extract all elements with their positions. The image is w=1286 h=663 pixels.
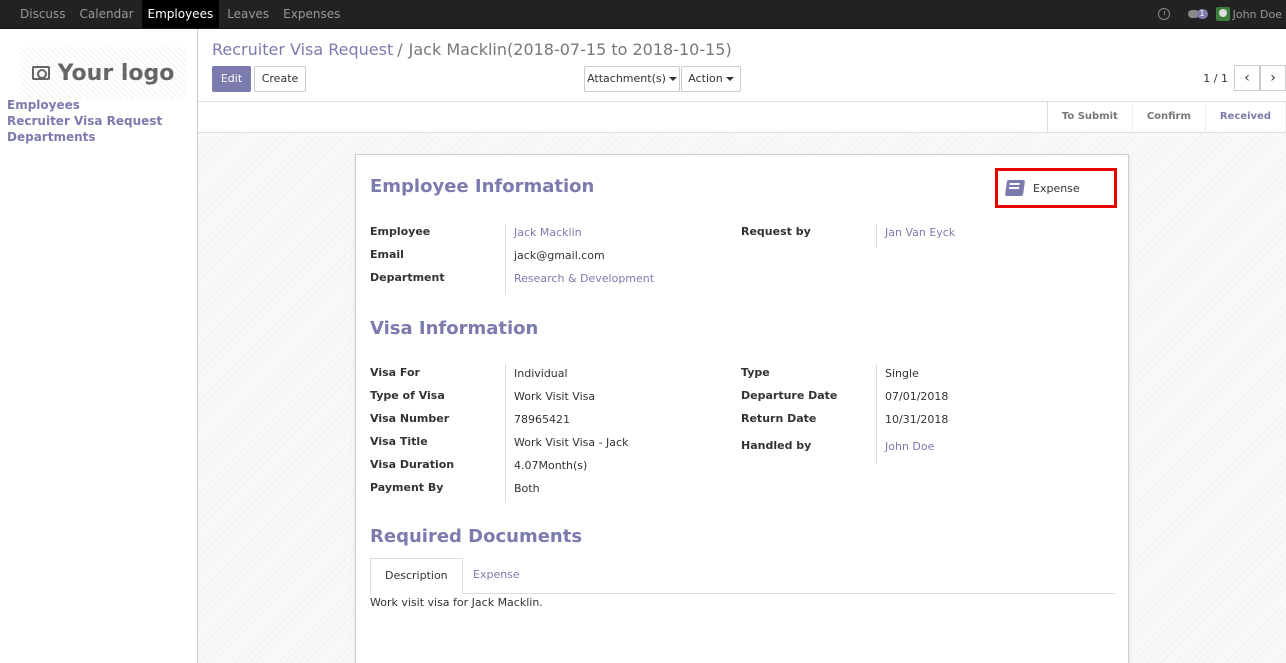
employee-field[interactable]: Jack Macklin [514,226,582,239]
divider [505,224,506,294]
divider [876,224,877,248]
divider [876,364,877,464]
visa-title-field: Work Visit Visa - Jack [514,436,629,449]
pager-next-button[interactable]: › [1260,65,1286,91]
return-date-label: Return Date [741,412,817,425]
action-label: Action [688,72,733,85]
request-by-label: Request by [741,225,811,238]
department-field[interactable]: Research & Development [514,272,654,285]
departure-date-field: 07/01/2018 [885,390,949,403]
payment-by-label: Payment By [370,481,444,494]
sidebar-item-employees[interactable]: Employees [7,97,162,113]
user-name: John Doe [1232,7,1282,21]
messaging-menu[interactable]: 1 [1187,9,1208,19]
sidebar: Your logo Employees Recruiter Visa Reque… [0,29,198,663]
department-label: Department [370,271,445,284]
breadcrumb: Recruiter Visa Request / Jack Macklin(20… [212,40,732,59]
tab-description[interactable]: Description [370,558,463,594]
form-statusbar: To Submit Confirm Received [198,102,1286,133]
request-by-field[interactable]: Jan Van Eyck [885,226,955,239]
notebook-tabs: Description Expense [370,558,1115,594]
employee-information-title: Employee Information [370,176,595,197]
visa-for-label: Visa For [370,366,420,379]
stage-received[interactable]: Received [1205,102,1286,132]
chat-count-badge: 1 [1196,9,1208,19]
departure-date-label: Departure Date [741,389,838,402]
chevron-right-icon: › [1270,70,1276,86]
breadcrumb-parent-link[interactable]: Recruiter Visa Request [212,40,393,59]
expense-smart-button-label: Expense [1033,181,1080,195]
logo-text: Your logo [57,60,175,86]
payment-by-field: Both [514,482,540,495]
handled-by-field[interactable]: John Doe [885,440,934,453]
activity-clock-icon[interactable] [1157,8,1170,20]
sidebar-item-departments[interactable]: Departments [7,129,162,145]
menu-discuss[interactable]: Discuss [14,0,72,28]
systray: 1 John Doe [1157,0,1286,28]
visa-title-label: Visa Title [370,435,428,448]
type-of-visa-label: Type of Visa [370,389,445,402]
pager-previous-button[interactable]: ‹ [1234,65,1260,91]
tab-expense[interactable]: Expense [459,558,534,594]
stage-to-submit[interactable]: To Submit [1048,102,1133,132]
visa-duration-field: 4.07Month(s) [514,459,588,472]
breadcrumb-current: Jack Macklin(2018-07-15 to 2018-10-15) [408,40,732,59]
user-menu[interactable]: John Doe [1215,7,1286,21]
divider [505,364,506,502]
visa-information-title: Visa Information [370,318,539,339]
type-of-visa-field: Work Visit Visa [514,390,596,403]
menu-expenses[interactable]: Expenses [277,0,346,28]
breadcrumb-separator: / [397,40,403,59]
visa-duration-label: Visa Duration [370,458,455,471]
edit-button[interactable]: Edit [212,66,251,92]
menu-calendar[interactable]: Calendar [74,0,140,28]
attachments-dropdown[interactable]: Attachment(s) [584,66,680,92]
create-button[interactable]: Create [254,66,306,92]
email-label: Email [370,248,404,261]
stage-confirm[interactable]: Confirm [1133,102,1206,132]
status-stages: To Submit Confirm Received [1046,102,1286,132]
pager-value[interactable]: 1 / 1 [1203,72,1228,85]
handled-by-label: Handled by [741,439,812,452]
employee-label: Employee [370,225,431,238]
visa-for-field: Individual [514,367,568,380]
menu-leaves[interactable]: Leaves [221,0,275,28]
description-text: Work visit visa for Jack Macklin. [370,596,543,609]
type-label: Type [741,366,770,379]
control-panel: Recruiter Visa Request / Jack Macklin(20… [198,29,1286,102]
menu-employees[interactable]: Employees [141,0,220,28]
top-navbar: Discuss Calendar Employees Leaves Expens… [0,0,1286,29]
book-icon [1004,180,1026,196]
company-logo: Your logo [20,47,186,99]
email-field: jack@gmail.com [514,249,605,262]
chevron-left-icon: ‹ [1244,70,1250,86]
return-date-field: 10/31/2018 [885,413,949,426]
form-sheet: Expense Employee Information Employee Ja… [355,154,1129,663]
action-dropdown[interactable]: Action [681,66,741,92]
app-menu: Discuss Calendar Employees Leaves Expens… [14,0,348,28]
expense-smart-button[interactable]: Expense [995,168,1117,208]
camera-icon [31,66,50,80]
attachments-label: Attachment(s) [587,72,677,85]
type-field: Single [885,367,919,380]
sidebar-item-recruiter-visa-request[interactable]: Recruiter Visa Request [7,113,162,129]
sidebar-links: Employees Recruiter Visa Request Departm… [7,97,162,145]
required-documents-title: Required Documents [370,526,583,547]
visa-number-label: Visa Number [370,412,450,425]
avatar [1215,7,1230,21]
pager: 1 / 1 ‹ › [1203,65,1286,91]
visa-number-field: 78965421 [514,413,570,426]
